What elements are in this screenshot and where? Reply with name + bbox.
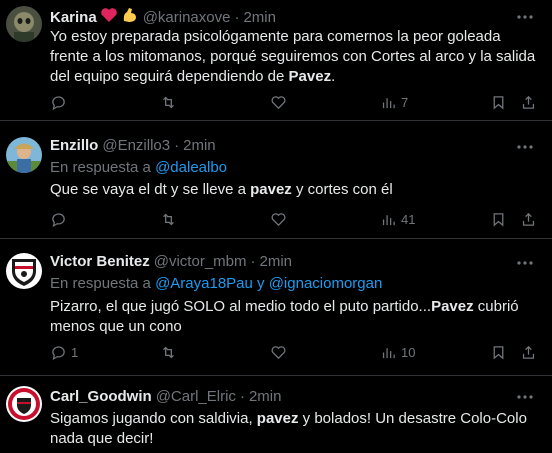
tweet-text-bold: pavez <box>250 181 292 198</box>
reply-prefix: En respuesta a <box>50 275 156 292</box>
timestamp[interactable]: 2min <box>260 253 293 270</box>
views-icon <box>382 98 395 109</box>
more-options-icon[interactable] <box>516 8 534 26</box>
separator: · <box>250 253 256 270</box>
author-name[interactable]: Victor Benitez <box>50 253 150 270</box>
view-count: 41 <box>401 212 416 227</box>
more-options-icon[interactable] <box>516 388 534 406</box>
avatar[interactable] <box>6 137 42 173</box>
avatar[interactable] <box>6 6 42 42</box>
tweet-text: Yo estoy preparada psicológamente para c… <box>50 27 540 87</box>
bookmark-button[interactable] <box>490 211 507 228</box>
retweet-button[interactable] <box>160 211 177 228</box>
reply-icon <box>52 96 65 111</box>
separator: · <box>234 8 240 26</box>
retweet-button[interactable] <box>160 94 177 111</box>
tweet-victor-benitez[interactable]: Victor Benitez @victor_mbm · 2min En res… <box>0 239 552 376</box>
tweet-text-part: Sigamos jugando con saldivia, <box>50 410 257 427</box>
reply-context: En respuesta a @Araya18Pau y @ignaciomor… <box>50 275 382 292</box>
reply-icon <box>52 213 65 228</box>
tweet-text-part: Que se vaya el dt y se lleve a <box>50 181 251 198</box>
share-icon <box>522 212 535 226</box>
author-name[interactable]: Carl_Goodwin <box>50 388 152 405</box>
like-button[interactable] <box>270 211 287 228</box>
bookmark-icon <box>493 96 504 110</box>
retweet-icon <box>163 96 174 109</box>
bookmark-button[interactable] <box>490 94 507 111</box>
avatar[interactable] <box>6 253 42 289</box>
flexed-biceps-icon <box>121 6 139 28</box>
retweet-button[interactable] <box>160 344 177 361</box>
views-button[interactable]: 7 <box>380 94 408 111</box>
avatar[interactable] <box>6 386 42 422</box>
red-heart-icon <box>100 7 118 27</box>
tweet-karina[interactable]: Karina @karinaxove · 2min Yo estoy prepa… <box>0 0 552 121</box>
views-button[interactable]: 41 <box>380 211 415 228</box>
reply-count: 1 <box>71 345 79 360</box>
tweet-text-part: Pizarro, el que jugó SOLO al medio todo … <box>50 298 432 315</box>
tweet-header: Karina @karinaxove · 2min <box>50 6 276 28</box>
view-count: 7 <box>401 95 409 110</box>
author-handle[interactable]: @victor_mbm <box>154 253 247 270</box>
tweet-text-part: . <box>331 68 336 85</box>
tweet-text-bold: Pavez <box>431 298 474 315</box>
reply-button[interactable]: 1 <box>50 344 78 361</box>
author-name[interactable]: Karina <box>50 9 97 26</box>
author-handle[interactable]: @karinaxove <box>143 9 231 26</box>
author-name[interactable]: Enzillo <box>50 137 98 154</box>
separator: · <box>174 137 180 154</box>
share-button[interactable] <box>520 344 537 361</box>
reply-context: En respuesta a @dalealbo <box>50 159 227 176</box>
tweet-text: Sigamos jugando con saldivia, pavez y bo… <box>50 409 540 449</box>
tweet-text-bold: Pavez <box>288 68 332 85</box>
views-icon <box>382 215 395 226</box>
like-button[interactable] <box>270 94 287 111</box>
tweet-carl-goodwin[interactable]: Carl_Goodwin @Carl_Elric · 2min Sigamos … <box>0 376 552 453</box>
bookmark-icon <box>493 346 504 360</box>
tweet-text: Que se vaya el dt y se lleve a pavez y c… <box>50 180 540 200</box>
reply-icon <box>52 346 65 361</box>
tweet-header: Victor Benitez @victor_mbm · 2min <box>50 253 292 270</box>
bookmark-icon <box>493 213 504 227</box>
separator: · <box>239 388 245 405</box>
timestamp[interactable]: 2min <box>249 388 282 405</box>
tweet-text-bold: pavez <box>256 410 299 427</box>
author-handle[interactable]: @Carl_Elric <box>156 388 236 405</box>
share-icon <box>522 345 535 359</box>
timestamp[interactable]: 2min <box>243 9 276 26</box>
tweet-actions: 41 <box>50 211 540 231</box>
author-handle[interactable]: @Enzillo3 <box>102 137 170 154</box>
reply-button[interactable] <box>50 94 71 111</box>
share-button[interactable] <box>520 94 537 111</box>
share-button[interactable] <box>520 211 537 228</box>
retweet-icon <box>163 213 174 226</box>
reply-mention-link[interactable]: @dalealbo <box>155 159 227 176</box>
tweet-enzillo[interactable]: Enzillo @Enzillo3 · 2min En respuesta a … <box>0 121 552 239</box>
more-options-icon[interactable] <box>516 138 534 156</box>
like-button[interactable] <box>270 344 287 361</box>
reply-button[interactable] <box>50 211 71 228</box>
tweet-actions: 7 <box>50 94 540 114</box>
reply-prefix: En respuesta a <box>50 159 156 176</box>
tweet-text: Pizarro, el que jugó SOLO al medio todo … <box>50 297 540 337</box>
heart-icon <box>271 213 286 227</box>
heart-icon <box>271 346 286 360</box>
timestamp[interactable]: 2min <box>183 137 216 154</box>
tweet-text-part: y cortes con él <box>291 181 393 198</box>
heart-icon <box>271 96 286 110</box>
more-options-icon[interactable] <box>516 254 534 272</box>
bookmark-button[interactable] <box>490 344 507 361</box>
views-button[interactable]: 10 <box>380 344 415 361</box>
tweet-header: Carl_Goodwin @Carl_Elric · 2min <box>50 388 281 405</box>
tweet-actions: 1 10 <box>50 344 540 364</box>
views-icon <box>382 348 395 359</box>
retweet-icon <box>163 346 174 359</box>
reply-mention-link[interactable]: @Araya18Pau y @ignaciomorgan <box>155 275 382 292</box>
share-icon <box>522 95 535 109</box>
tweet-header: Enzillo @Enzillo3 · 2min <box>50 137 216 154</box>
view-count: 10 <box>401 345 416 360</box>
